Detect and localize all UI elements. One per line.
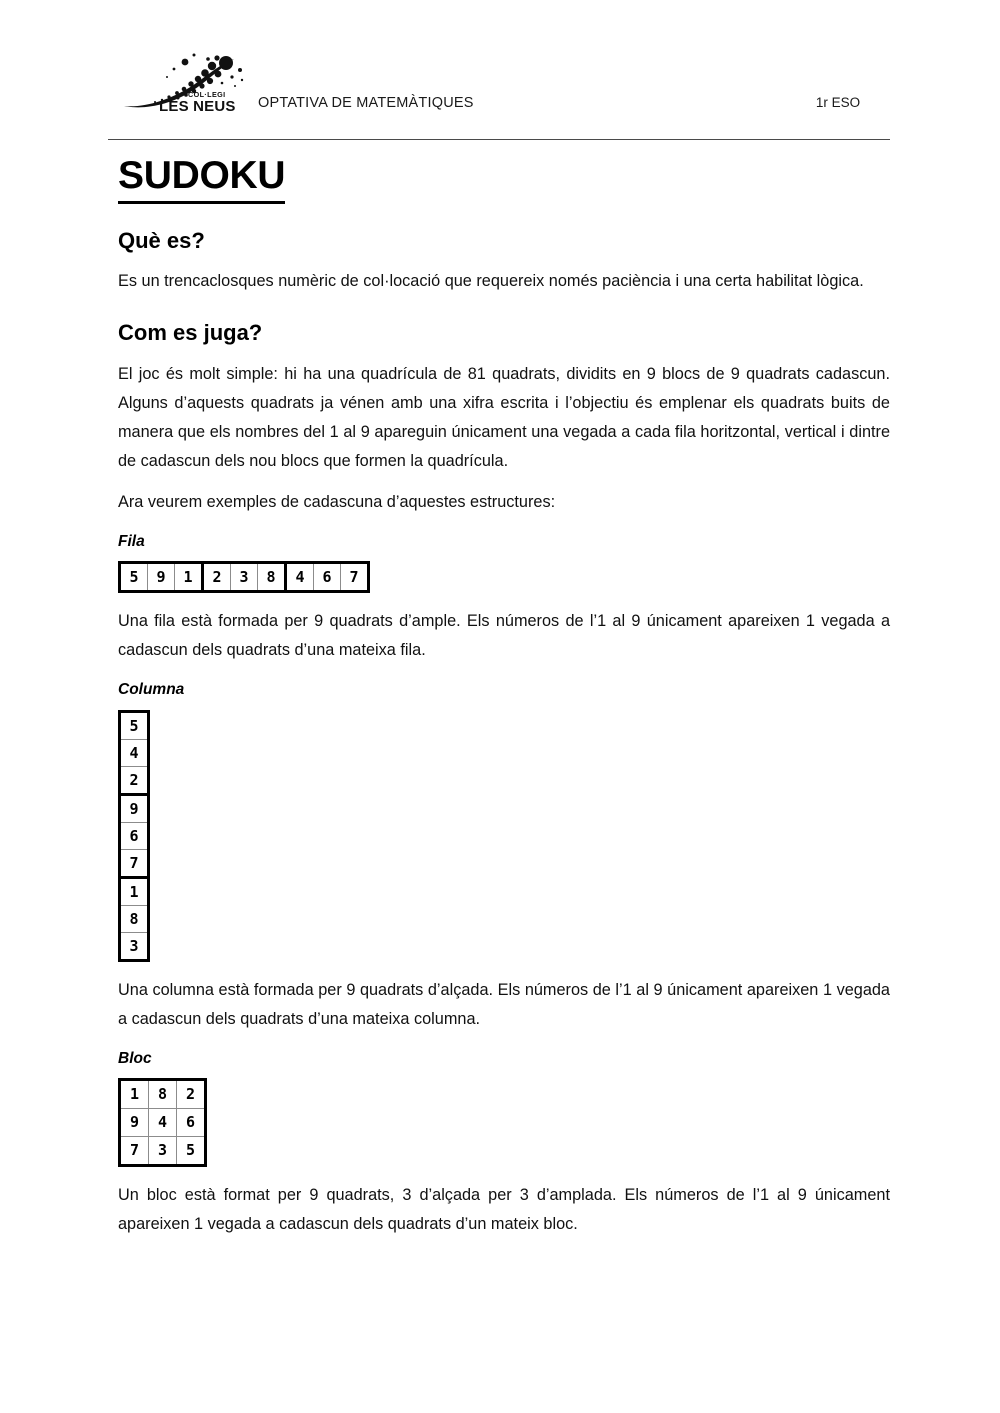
sub-heading-columna: Columna — [118, 681, 185, 699]
document-page: COL·LEGI LES NEUS OPTATIVA DE MATEMÀTIQU… — [0, 0, 1000, 1413]
sudoku-cell: 1 — [119, 1079, 149, 1110]
sudoku-cell: 9 — [119, 1108, 149, 1138]
sudoku-cell: 1 — [119, 875, 149, 906]
bloc-grid-wrapper: 1 8 2 9 4 6 7 3 5 — [118, 1078, 890, 1168]
sudoku-cell: 3 — [148, 1136, 177, 1167]
caption-bloc: Un bloc està format per 9 quadrats, 3 d’… — [118, 1186, 890, 1234]
sudoku-cell: 3 — [230, 562, 258, 593]
sudoku-cell: 5 — [119, 562, 148, 593]
sudoku-cell: 7 — [119, 1136, 149, 1167]
sudoku-cell: 2 — [119, 765, 149, 795]
sudoku-cell: 7 — [119, 848, 149, 878]
sudoku-cell: 9 — [119, 792, 149, 823]
fila-grid-wrapper: 5 9 1 2 3 8 4 6 7 — [118, 561, 890, 594]
table-row: 1 — [119, 875, 149, 906]
table-row: 3 — [119, 931, 149, 961]
sudoku-row-example: 5 9 1 2 3 8 4 6 7 — [118, 561, 370, 594]
school-logo: COL·LEGI LES NEUS — [122, 50, 250, 114]
sudoku-cell: 6 — [313, 562, 341, 593]
sudoku-cell: 4 — [119, 738, 149, 767]
sudoku-column-example: 5 4 2 9 6 7 1 8 3 — [118, 709, 150, 962]
sudoku-cell: 4 — [284, 562, 314, 593]
table-row: 7 3 5 — [119, 1136, 206, 1167]
table-row: 5 9 1 2 3 8 4 6 7 — [119, 562, 369, 593]
table-row: 4 — [119, 738, 149, 767]
sudoku-cell: 5 — [176, 1136, 206, 1167]
sudoku-cell: 6 — [176, 1108, 206, 1138]
logo-lesneus-text: LES NEUS — [159, 98, 236, 114]
paragraph-ara-veurem: Ara veurem exemples de cadascuna d’aques… — [118, 492, 556, 511]
paragraph-com-es-juga: El joc és molt simple: hi ha una quadríc… — [118, 364, 890, 470]
sudoku-cell: 2 — [201, 562, 231, 593]
header-divider-rule — [108, 139, 890, 140]
sudoku-cell: 9 — [147, 562, 175, 593]
sudoku-cell: 6 — [119, 821, 149, 850]
columna-grid-wrapper: 5 4 2 9 6 7 1 8 3 — [118, 709, 890, 962]
sudoku-cell: 7 — [340, 562, 369, 593]
sudoku-cell: 5 — [119, 710, 149, 740]
header-subject-title: OPTATIVA DE MATEMÀTIQUES — [258, 95, 474, 111]
sudoku-cell: 3 — [119, 931, 149, 961]
table-row: 1 8 2 — [119, 1079, 206, 1110]
sub-heading-bloc: Bloc — [118, 1049, 152, 1067]
page-title: SUDOKU — [118, 154, 286, 205]
document-body: SUDOKU Què es? Es un trencaclosques numè… — [118, 154, 890, 1251]
sudoku-cell: 4 — [148, 1108, 177, 1138]
caption-columna: Una columna està formada per 9 quadrats … — [118, 980, 890, 1028]
page-header: COL·LEGI LES NEUS OPTATIVA DE MATEMÀTIQU… — [108, 48, 890, 142]
sudoku-cell: 8 — [119, 904, 149, 933]
table-row: 2 — [119, 765, 149, 795]
sudoku-cell: 8 — [257, 562, 286, 593]
table-row: 8 — [119, 904, 149, 933]
section-heading-que-es: Què es? — [118, 228, 205, 254]
header-course-level: 1r ESO — [815, 95, 861, 110]
section-heading-com-es-juga: Com es juga? — [118, 320, 263, 346]
sudoku-block-example: 1 8 2 9 4 6 7 3 5 — [118, 1078, 207, 1168]
table-row: 6 — [119, 821, 149, 850]
sub-heading-fila: Fila — [118, 532, 145, 550]
caption-fila: Una fila està formada per 9 quadrats d’a… — [118, 612, 890, 660]
sudoku-cell: 8 — [148, 1079, 177, 1110]
paragraph-que-es: Es un trencaclosques numèric de col·loca… — [118, 272, 864, 291]
sudoku-cell: 2 — [176, 1079, 206, 1110]
sudoku-cell: 1 — [174, 562, 203, 593]
table-row: 9 4 6 — [119, 1108, 206, 1138]
table-row: 7 — [119, 848, 149, 878]
table-row: 9 — [119, 792, 149, 823]
table-row: 5 — [119, 710, 149, 740]
